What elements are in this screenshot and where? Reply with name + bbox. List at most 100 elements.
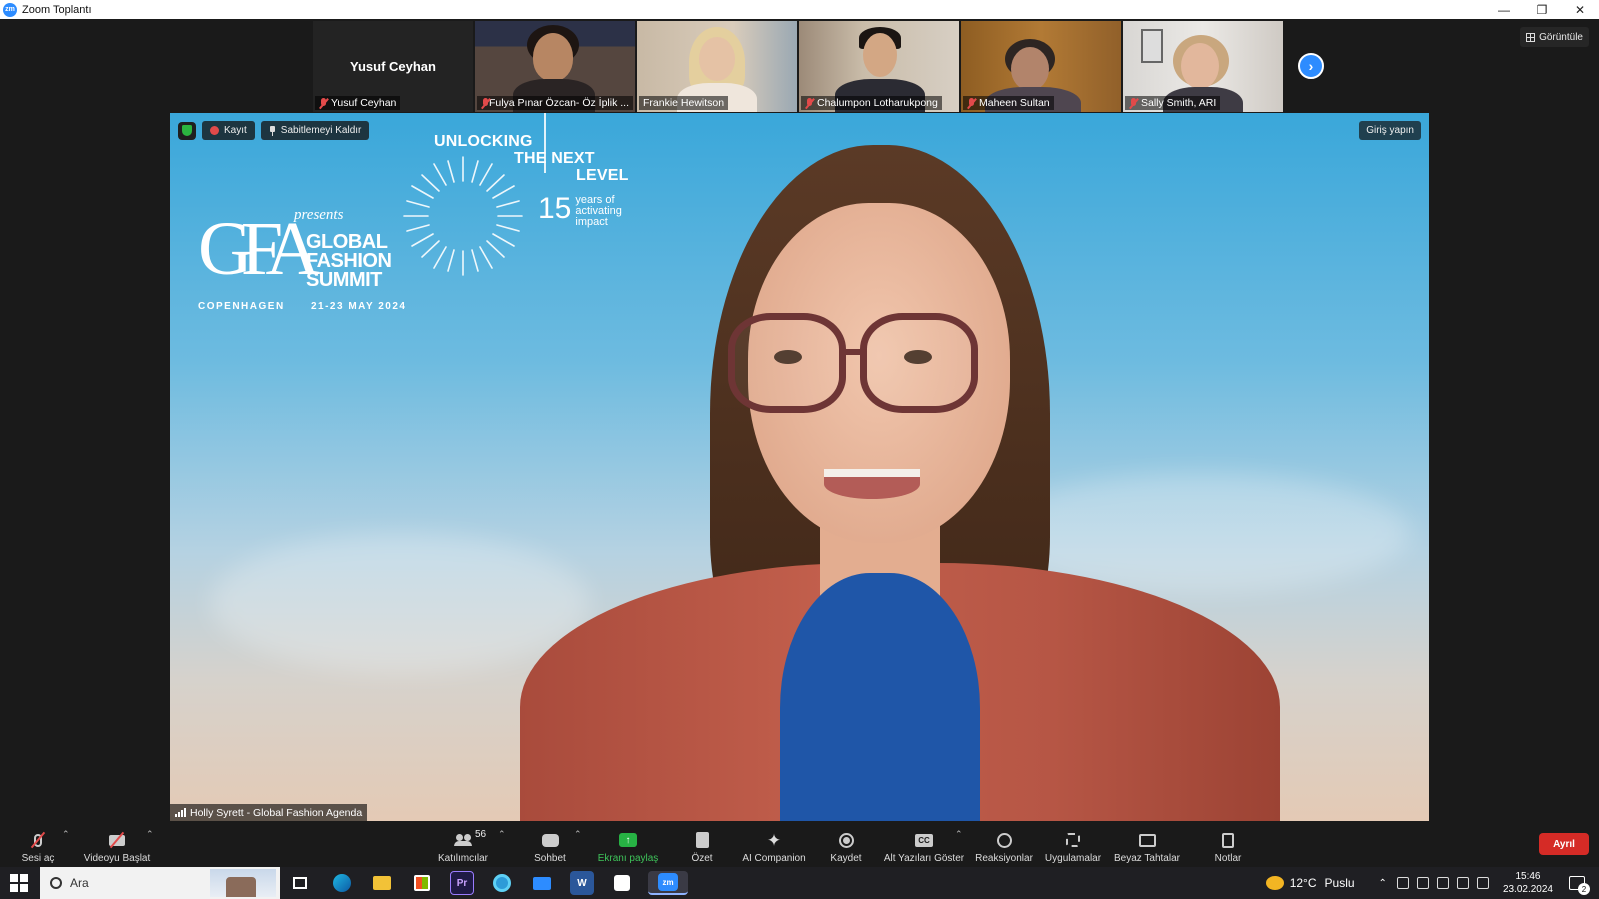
reactions-button[interactable]: Reaksiyonlar: [975, 823, 1033, 865]
onedrive-icon[interactable]: [1396, 877, 1409, 889]
logo-letters: GFA: [198, 207, 320, 291]
notes-label: Notlar: [1214, 853, 1242, 864]
encryption-shield-icon[interactable]: [178, 121, 196, 140]
participants-options-caret[interactable]: ⌃: [498, 829, 506, 840]
mic-muted-icon: [481, 97, 488, 109]
notes-icon: [1218, 831, 1238, 849]
grid-icon: [1526, 32, 1536, 42]
participant-video-face: [533, 33, 573, 81]
captions-options-caret[interactable]: ⌃: [955, 829, 963, 840]
summary-button[interactable]: Özet: [690, 823, 714, 865]
share-screen-icon: ↑: [618, 831, 638, 849]
browser-icon[interactable]: [490, 871, 514, 895]
participant-name: Frankie Hewitson: [643, 97, 725, 109]
minimize-button[interactable]: —: [1485, 0, 1523, 19]
mic-muted-icon: [805, 97, 814, 109]
close-button[interactable]: ✕: [1561, 0, 1599, 19]
task-view-icon[interactable]: [288, 871, 312, 895]
sunburst-graphic: [403, 156, 523, 276]
window-controls: — ❐ ✕: [1485, 0, 1599, 19]
chevron-up-icon[interactable]: ⌃: [1379, 878, 1387, 889]
word-icon[interactable]: W: [570, 871, 594, 895]
speaker-glasses-bridge: [842, 349, 864, 355]
sparkle-icon: ✦: [766, 830, 782, 850]
captions-button[interactable]: CC Alt Yazıları Göster: [884, 823, 964, 865]
participants-button[interactable]: 56 Katılımcılar: [432, 823, 494, 865]
zoom-taskbar-icon[interactable]: zm: [648, 871, 688, 895]
view-button[interactable]: Görüntüle: [1520, 27, 1589, 47]
network-icon[interactable]: [1456, 877, 1469, 889]
search-placeholder: Ara: [70, 876, 89, 890]
weather-icon[interactable]: [1265, 876, 1284, 890]
participant-thumbnail[interactable]: Sally Smith, ARI: [1123, 21, 1283, 112]
volume-icon[interactable]: [1416, 877, 1429, 889]
microphone-icon[interactable]: [1436, 877, 1449, 889]
restore-button[interactable]: ❐: [1523, 0, 1561, 19]
reaction-emoji-icon: [994, 831, 1014, 849]
summit-dates: 21-23 MAY 2024: [310, 301, 407, 312]
chat-button[interactable]: Sohbet: [533, 823, 567, 865]
notification-count: 2: [1578, 883, 1590, 895]
recording-indicator[interactable]: Kayıt: [202, 121, 255, 140]
file-explorer-icon[interactable]: [370, 871, 394, 895]
next-page-button[interactable]: ›: [1298, 53, 1324, 79]
signin-button[interactable]: Giriş yapın: [1359, 121, 1421, 140]
main-video[interactable]: UNLOCKING THE NEXT LEVEL 15 years of act…: [170, 113, 1429, 821]
mic-muted-icon: [1129, 97, 1138, 109]
whiteboards-button[interactable]: Beyaz Tahtalar: [1114, 823, 1180, 865]
reactions-label: Reaksiyonlar: [975, 853, 1033, 864]
meeting-toolbar: Sesi aç ⌃ Videoyu Başlat ⌃ 56 Katılımcıl…: [0, 821, 1599, 867]
captions-label: Alt Yazıları Göster: [883, 853, 965, 864]
notes-button[interactable]: Notlar: [1212, 823, 1244, 865]
participant-name: Fulya Pınar Özcan- Öz İplik ...: [488, 97, 629, 109]
summary-label: Özet: [691, 853, 713, 864]
record-dot-icon: [210, 126, 219, 135]
store-icon[interactable]: [410, 871, 434, 895]
app-icon[interactable]: [610, 871, 634, 895]
signal-bars-icon: [175, 808, 186, 817]
view-label: Görüntüle: [1539, 31, 1583, 43]
participant-count: 56: [475, 829, 487, 840]
leave-button[interactable]: Ayrıl: [1539, 833, 1589, 855]
participant-thumbnail[interactable]: Frankie Hewitson: [637, 21, 797, 112]
record-button[interactable]: Kaydet: [830, 823, 862, 865]
security-icon[interactable]: [1476, 877, 1489, 889]
speaker-name-tag: Holly Syrett - Global Fashion Agenda: [170, 804, 368, 821]
unmute-button[interactable]: Sesi aç: [18, 823, 58, 865]
participant-label: Fulya Pınar Özcan- Öz İplik ...: [477, 96, 633, 110]
whiteboard-icon: [1137, 831, 1157, 849]
chat-label: Sohbet: [534, 853, 566, 864]
participant-thumbnail[interactable]: Fulya Pınar Özcan- Öz İplik ...: [475, 21, 635, 112]
start-video-button[interactable]: Videoyu Başlat: [82, 823, 152, 865]
weather-condition[interactable]: Puslu: [1325, 876, 1355, 890]
ai-companion-label: AI Companion: [742, 853, 806, 864]
camera-off-icon: [107, 831, 127, 849]
edge-icon[interactable]: [330, 871, 354, 895]
audio-options-caret[interactable]: ⌃: [62, 829, 70, 840]
windows-start-icon[interactable]: [10, 874, 28, 892]
taskbar-search[interactable]: Ara: [40, 867, 280, 899]
summit-city: COPENHAGEN: [198, 301, 285, 312]
premiere-icon[interactable]: Pr: [450, 871, 474, 895]
participant-thumbnail[interactable]: Yusuf Ceyhan Yusuf Ceyhan: [313, 21, 473, 112]
participant-thumbnail[interactable]: Chalumpon Lotharukpong: [799, 21, 959, 112]
participants-label: Katılımcılar: [437, 853, 488, 864]
unpin-button[interactable]: Sabitlemeyi Kaldır: [260, 121, 370, 140]
mail-icon[interactable]: [530, 871, 554, 895]
search-highlight-image: [210, 869, 276, 897]
closed-captions-icon: CC: [914, 831, 934, 849]
chat-options-caret[interactable]: ⌃: [574, 829, 582, 840]
participant-name: Chalumpon Lotharukpong: [817, 97, 938, 109]
notification-center-icon[interactable]: 2: [1569, 876, 1590, 895]
ai-companion-button[interactable]: ✦ AI Companion: [740, 823, 808, 865]
participant-thumbnail[interactable]: Maheen Sultan: [961, 21, 1121, 112]
unmute-label: Sesi aç: [21, 853, 55, 864]
participant-label: Yusuf Ceyhan: [315, 96, 401, 110]
weather-temperature[interactable]: 12°C: [1290, 876, 1317, 890]
apps-button[interactable]: Uygulamalar: [1044, 823, 1102, 865]
clock[interactable]: 15:46 23.02.2024: [1503, 870, 1553, 896]
share-screen-button[interactable]: ↑ Ekranı paylaş: [596, 823, 660, 865]
search-icon: [50, 877, 62, 889]
participants-icon: 56: [453, 829, 486, 849]
video-options-caret[interactable]: ⌃: [146, 829, 154, 840]
